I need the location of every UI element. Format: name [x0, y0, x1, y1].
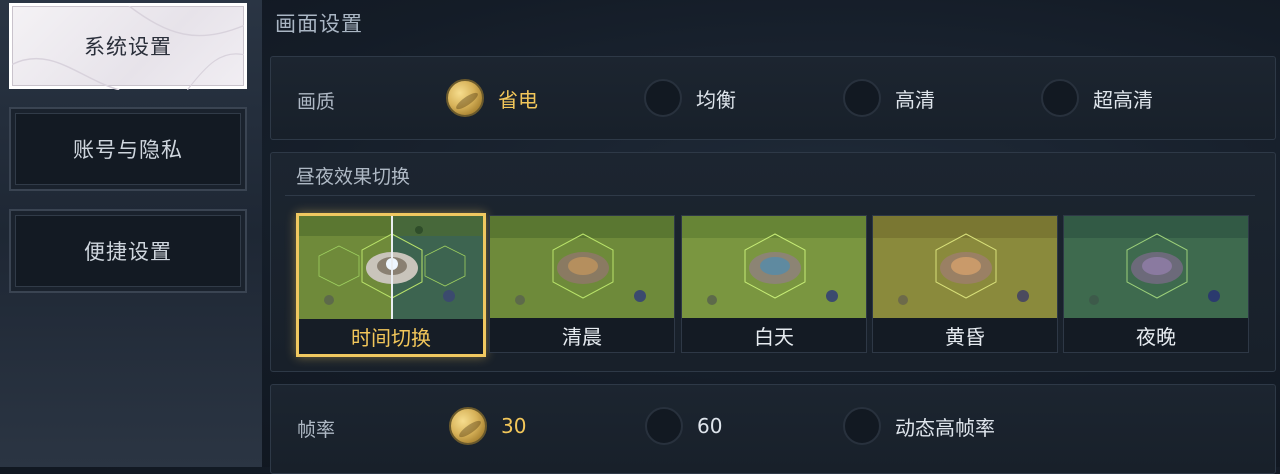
- daynight-option-time-switch[interactable]: 时间切换: [296, 213, 486, 357]
- quality-option-label: 省电: [498, 87, 538, 112]
- quality-option-balanced[interactable]: 均衡: [644, 79, 736, 117]
- quality-card: 画质 省电 均衡 高清 超高清: [270, 56, 1276, 140]
- sidebar-item-label: 系统设置: [84, 35, 172, 59]
- fps-option-label: 动态高帧率: [895, 415, 995, 440]
- quality-label: 画质: [297, 91, 336, 113]
- quality-option-label: 高清: [895, 87, 935, 112]
- radio-unselected-icon: [1041, 79, 1079, 117]
- daynight-option-night[interactable]: 夜晚: [1063, 215, 1249, 353]
- fps-card: 帧率 30 60 动态高帧率: [270, 384, 1276, 474]
- scene-thumbnail-time-switch: [299, 216, 483, 320]
- daynight-option-label: 夜晚: [1064, 318, 1248, 352]
- scene-thumbnail-night: [1064, 216, 1248, 320]
- radio-selected-icon: [449, 407, 487, 445]
- divider: [285, 195, 1255, 196]
- radio-unselected-icon: [843, 79, 881, 117]
- daynight-title: 昼夜效果切换: [296, 166, 411, 188]
- fps-option-label: 30: [501, 414, 527, 438]
- sidebar-item-account-privacy[interactable]: 账号与隐私: [9, 107, 247, 191]
- daynight-option-dusk[interactable]: 黄昏: [872, 215, 1058, 353]
- quality-option-hd[interactable]: 高清: [843, 79, 935, 117]
- daynight-option-label: 白天: [682, 318, 866, 352]
- section-title: 画面设置: [275, 12, 363, 36]
- radio-unselected-icon: [843, 407, 881, 445]
- daynight-option-label: 时间切换: [299, 319, 483, 354]
- daynight-option-label: 黄昏: [873, 318, 1057, 352]
- scene-thumbnail-daytime: [682, 216, 866, 320]
- sidebar-item-label: 便捷设置: [84, 240, 172, 264]
- daynight-option-daytime[interactable]: 白天: [681, 215, 867, 353]
- fps-option-label: 60: [697, 414, 723, 438]
- sidebar-item-quick-settings[interactable]: 便捷设置: [9, 209, 247, 293]
- fps-option-60[interactable]: 60: [645, 407, 722, 445]
- daynight-card: 昼夜效果切换 时间切换 清晨 白天 黄昏 夜晚: [270, 152, 1276, 372]
- daynight-option-label: 清晨: [490, 318, 674, 352]
- quality-option-label: 超高清: [1093, 87, 1153, 112]
- quality-option-power-saving[interactable]: 省电: [446, 79, 538, 117]
- sidebar-item-label: 账号与隐私: [73, 138, 183, 162]
- radio-unselected-icon: [645, 407, 683, 445]
- radio-selected-icon: [446, 79, 484, 117]
- scene-thumbnail-dusk: [873, 216, 1057, 320]
- fps-option-30[interactable]: 30: [449, 407, 526, 445]
- daynight-option-morning[interactable]: 清晨: [489, 215, 675, 353]
- sidebar-item-system-settings[interactable]: 系统设置: [9, 3, 247, 90]
- fps-label: 帧率: [297, 419, 336, 441]
- radio-unselected-icon: [644, 79, 682, 117]
- quality-option-ultra-hd[interactable]: 超高清: [1041, 79, 1153, 117]
- quality-option-label: 均衡: [696, 87, 736, 112]
- scene-thumbnail-morning: [490, 216, 674, 320]
- fps-option-dynamic-high[interactable]: 动态高帧率: [843, 407, 995, 445]
- sidebar: 系统设置 账号与隐私 便捷设置: [0, 0, 262, 467]
